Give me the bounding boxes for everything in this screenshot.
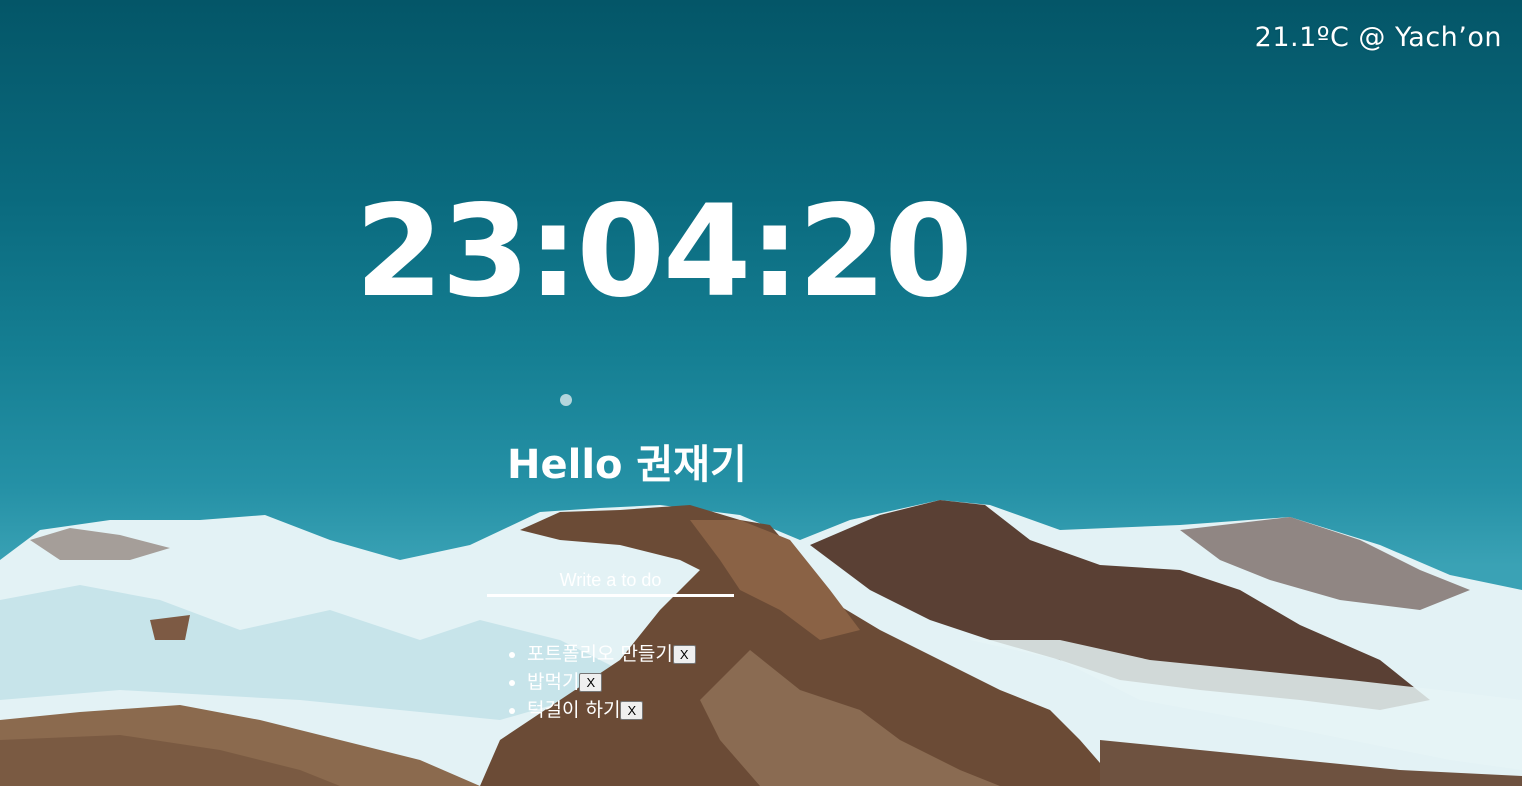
background-image bbox=[0, 0, 1522, 786]
todo-item: 밥먹기X bbox=[527, 668, 696, 696]
todo-list: 포트폴리오 만들기X 밥먹기X 턱걸이 하기X bbox=[487, 640, 696, 724]
todo-item-text: 밥먹기 bbox=[527, 671, 580, 693]
todo-item: 포트폴리오 만들기X bbox=[527, 640, 696, 668]
todo-item: 턱걸이 하기X bbox=[527, 696, 696, 724]
todo-form bbox=[487, 566, 734, 597]
todo-input[interactable] bbox=[487, 566, 734, 597]
delete-todo-button[interactable]: X bbox=[672, 645, 696, 664]
todo-item-text: 포트폴리오 만들기 bbox=[527, 643, 673, 665]
delete-todo-button[interactable]: X bbox=[579, 673, 603, 692]
mountain-landscape bbox=[0, 394, 1522, 786]
clock-display: 23:04:20 bbox=[355, 177, 973, 325]
todo-item-text: 턱걸이 하기 bbox=[527, 699, 621, 721]
delete-todo-button[interactable]: X bbox=[620, 701, 644, 720]
greeting-title: Hello 권재기 bbox=[507, 442, 747, 488]
weather-display: 21.1ºC @ Yach’on bbox=[1254, 22, 1502, 53]
